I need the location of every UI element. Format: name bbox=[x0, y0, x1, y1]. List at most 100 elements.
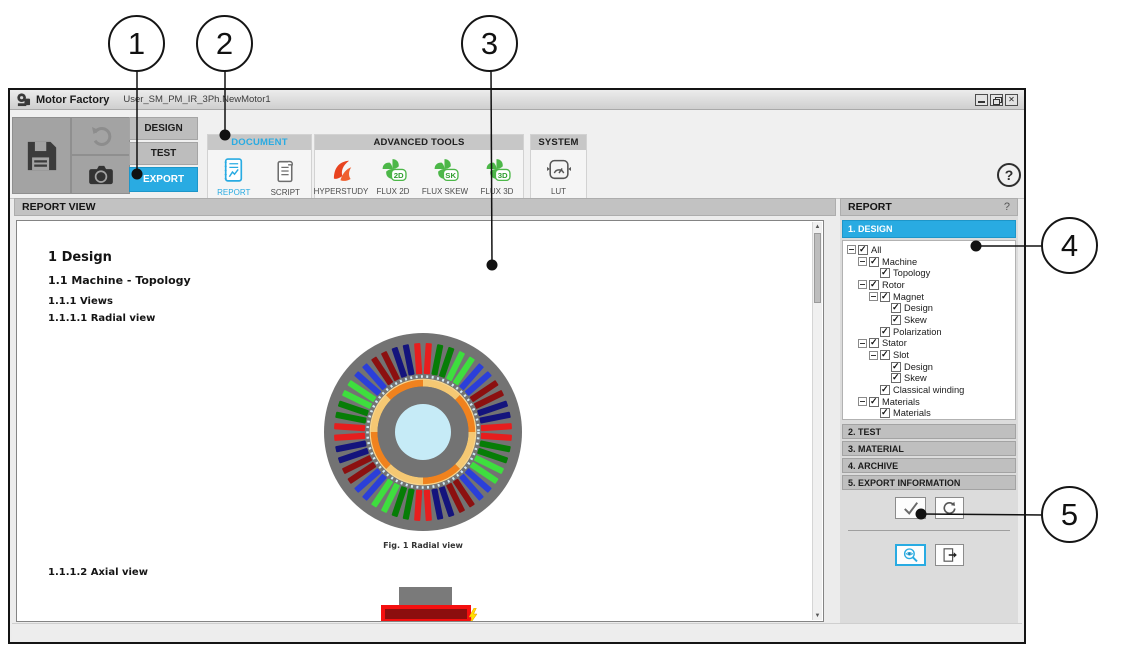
section-export-information[interactable]: 5. EXPORT INFORMATION bbox=[842, 475, 1016, 490]
checkbox-checked-icon[interactable] bbox=[869, 397, 879, 407]
tree-item-classical-winding[interactable]: Classical winding bbox=[847, 384, 1015, 396]
checkbox-checked-icon[interactable] bbox=[869, 338, 879, 348]
checkbox-checked-icon[interactable] bbox=[858, 245, 868, 255]
flux-skew-button[interactable]: SK FLUX SKEW bbox=[419, 157, 471, 196]
tab-design[interactable]: DESIGN bbox=[129, 117, 198, 140]
tab-test[interactable]: TEST bbox=[129, 142, 198, 165]
scroll-up-icon[interactable]: ▲ bbox=[813, 222, 822, 231]
section-test[interactable]: 2. TEST bbox=[842, 424, 1016, 439]
tree-item-topology[interactable]: Topology bbox=[847, 267, 1015, 279]
tree-item-rotor[interactable]: Rotor bbox=[847, 279, 1015, 291]
tree-item-all[interactable]: All bbox=[847, 244, 1015, 256]
screenshot-button[interactable] bbox=[71, 155, 130, 194]
export-report-button[interactable] bbox=[935, 544, 964, 566]
restore-button[interactable] bbox=[990, 94, 1003, 106]
lut-button[interactable]: LUT bbox=[533, 157, 585, 196]
checkbox-checked-icon[interactable] bbox=[880, 268, 890, 278]
tree-expander-icon[interactable] bbox=[858, 280, 867, 289]
flux3d-button[interactable]: 3D FLUX 3D bbox=[471, 157, 523, 196]
section-material[interactable]: 3. MATERIAL bbox=[842, 441, 1016, 456]
tree-expander-icon[interactable] bbox=[869, 351, 878, 360]
checkbox-checked-icon[interactable] bbox=[891, 362, 901, 372]
refresh-icon bbox=[942, 501, 957, 516]
flux-2d-icon: 2D bbox=[380, 157, 407, 183]
tree-item-slot-skew[interactable]: Skew bbox=[847, 373, 1015, 385]
lut-icon bbox=[545, 157, 572, 183]
panel-divider bbox=[848, 530, 1010, 531]
section-design[interactable]: 1. DESIGN bbox=[842, 220, 1016, 238]
app-title: Motor Factory bbox=[36, 94, 109, 106]
app-logo-icon bbox=[16, 93, 31, 107]
flux-3d-badge: 3D bbox=[497, 171, 507, 180]
undo-icon bbox=[89, 124, 113, 148]
title-bar: Motor Factory User_SM_PM_IR_3Ph.NewMotor… bbox=[10, 90, 1024, 110]
tree-item-materials-child[interactable]: Materials bbox=[847, 408, 1015, 420]
hyperstudy-icon bbox=[328, 157, 355, 183]
checkbox-checked-icon[interactable] bbox=[891, 373, 901, 383]
save-icon bbox=[25, 139, 59, 173]
tree-item-stator[interactable]: Stator bbox=[847, 338, 1015, 350]
callout-5: 5 bbox=[1041, 486, 1098, 543]
apply-button[interactable] bbox=[895, 497, 926, 519]
tree-item-magnet-design[interactable]: Design bbox=[847, 302, 1015, 314]
minimize-button[interactable] bbox=[975, 94, 988, 106]
checkbox-checked-icon[interactable] bbox=[869, 280, 879, 290]
doc-heading-1-1: 1.1 Machine - Topology bbox=[48, 274, 191, 287]
report-scrollbar[interactable]: ▲ ▼ bbox=[812, 222, 822, 620]
tree-item-slot[interactable]: Slot bbox=[847, 349, 1015, 361]
script-icon bbox=[273, 157, 298, 184]
save-button[interactable] bbox=[12, 117, 71, 194]
document-name: User_SM_PM_IR_3Ph.NewMotor1 bbox=[123, 94, 270, 105]
callout-3: 3 bbox=[461, 15, 518, 72]
report-content-tree: All Machine Topology Rotor Magnet Design… bbox=[842, 240, 1016, 420]
tree-item-magnet-skew[interactable]: Skew bbox=[847, 314, 1015, 326]
axial-view-lamination bbox=[399, 587, 452, 605]
callout-2: 2 bbox=[196, 15, 253, 72]
tree-expander-icon[interactable] bbox=[858, 339, 867, 348]
hyperstudy-button[interactable]: HYPERSTUDY bbox=[315, 157, 367, 196]
lut-label: LUT bbox=[551, 187, 566, 196]
checkbox-checked-icon[interactable] bbox=[880, 327, 890, 337]
tree-item-magnet[interactable]: Magnet bbox=[847, 291, 1015, 303]
checkbox-checked-icon[interactable] bbox=[869, 257, 879, 267]
scroll-down-icon[interactable]: ▼ bbox=[813, 611, 822, 620]
scrollbar-thumb[interactable] bbox=[814, 233, 821, 303]
callout-4: 4 bbox=[1041, 217, 1098, 274]
flux-2d-badge: 2D bbox=[393, 171, 403, 180]
preview-report-button[interactable] bbox=[895, 544, 926, 566]
main-toolbar: DESIGN TEST EXPORT DOCUMENT bbox=[10, 110, 1024, 199]
tree-expander-icon[interactable] bbox=[847, 245, 856, 254]
help-button[interactable]: ? bbox=[997, 163, 1021, 187]
checkbox-checked-icon[interactable] bbox=[891, 303, 901, 313]
report-tool-label: REPORT bbox=[217, 188, 250, 197]
checkbox-checked-icon[interactable] bbox=[891, 315, 901, 325]
panel-help-button[interactable]: ? bbox=[1004, 201, 1010, 213]
reset-button[interactable] bbox=[935, 497, 964, 519]
tree-item-slot-design[interactable]: Design bbox=[847, 361, 1015, 373]
tree-item-materials[interactable]: Materials bbox=[847, 396, 1015, 408]
doc-heading-1-1-1: 1.1.1 Views bbox=[48, 296, 113, 307]
doc-heading-1-1-1-1: 1.1.1.1 Radial view bbox=[48, 313, 155, 324]
flux2d-button[interactable]: 2D FLUX 2D bbox=[367, 157, 419, 196]
checkbox-checked-icon[interactable] bbox=[880, 408, 890, 418]
section-archive[interactable]: 4. ARCHIVE bbox=[842, 458, 1016, 473]
tree-expander-icon[interactable] bbox=[858, 257, 867, 266]
tab-export[interactable]: EXPORT bbox=[129, 167, 198, 192]
report-settings-panel: REPORT ? 1. DESIGN All Machine Topology … bbox=[840, 198, 1018, 626]
checkbox-checked-icon[interactable] bbox=[880, 292, 890, 302]
tree-item-machine[interactable]: Machine bbox=[847, 256, 1015, 268]
script-tool-label: SCRIPT bbox=[271, 188, 300, 197]
tree-expander-icon[interactable] bbox=[869, 292, 878, 301]
report-tool-button[interactable]: REPORT bbox=[208, 157, 260, 197]
tree-expander-icon[interactable] bbox=[858, 397, 867, 406]
export-document-icon bbox=[941, 547, 958, 563]
flux-3d-label: FLUX 3D bbox=[481, 187, 514, 196]
script-tool-button[interactable]: SCRIPT bbox=[260, 157, 312, 197]
checkbox-checked-icon[interactable] bbox=[880, 350, 890, 360]
undo-button[interactable] bbox=[71, 117, 130, 155]
checkbox-checked-icon[interactable] bbox=[880, 385, 890, 395]
report-panel-header: REPORT ? bbox=[840, 198, 1018, 216]
tree-item-polarization[interactable]: Polarization bbox=[847, 326, 1015, 338]
close-button[interactable]: ✕ bbox=[1005, 94, 1018, 106]
report-view[interactable]: 1 Design 1.1 Machine - Topology 1.1.1 Vi… bbox=[16, 220, 824, 622]
